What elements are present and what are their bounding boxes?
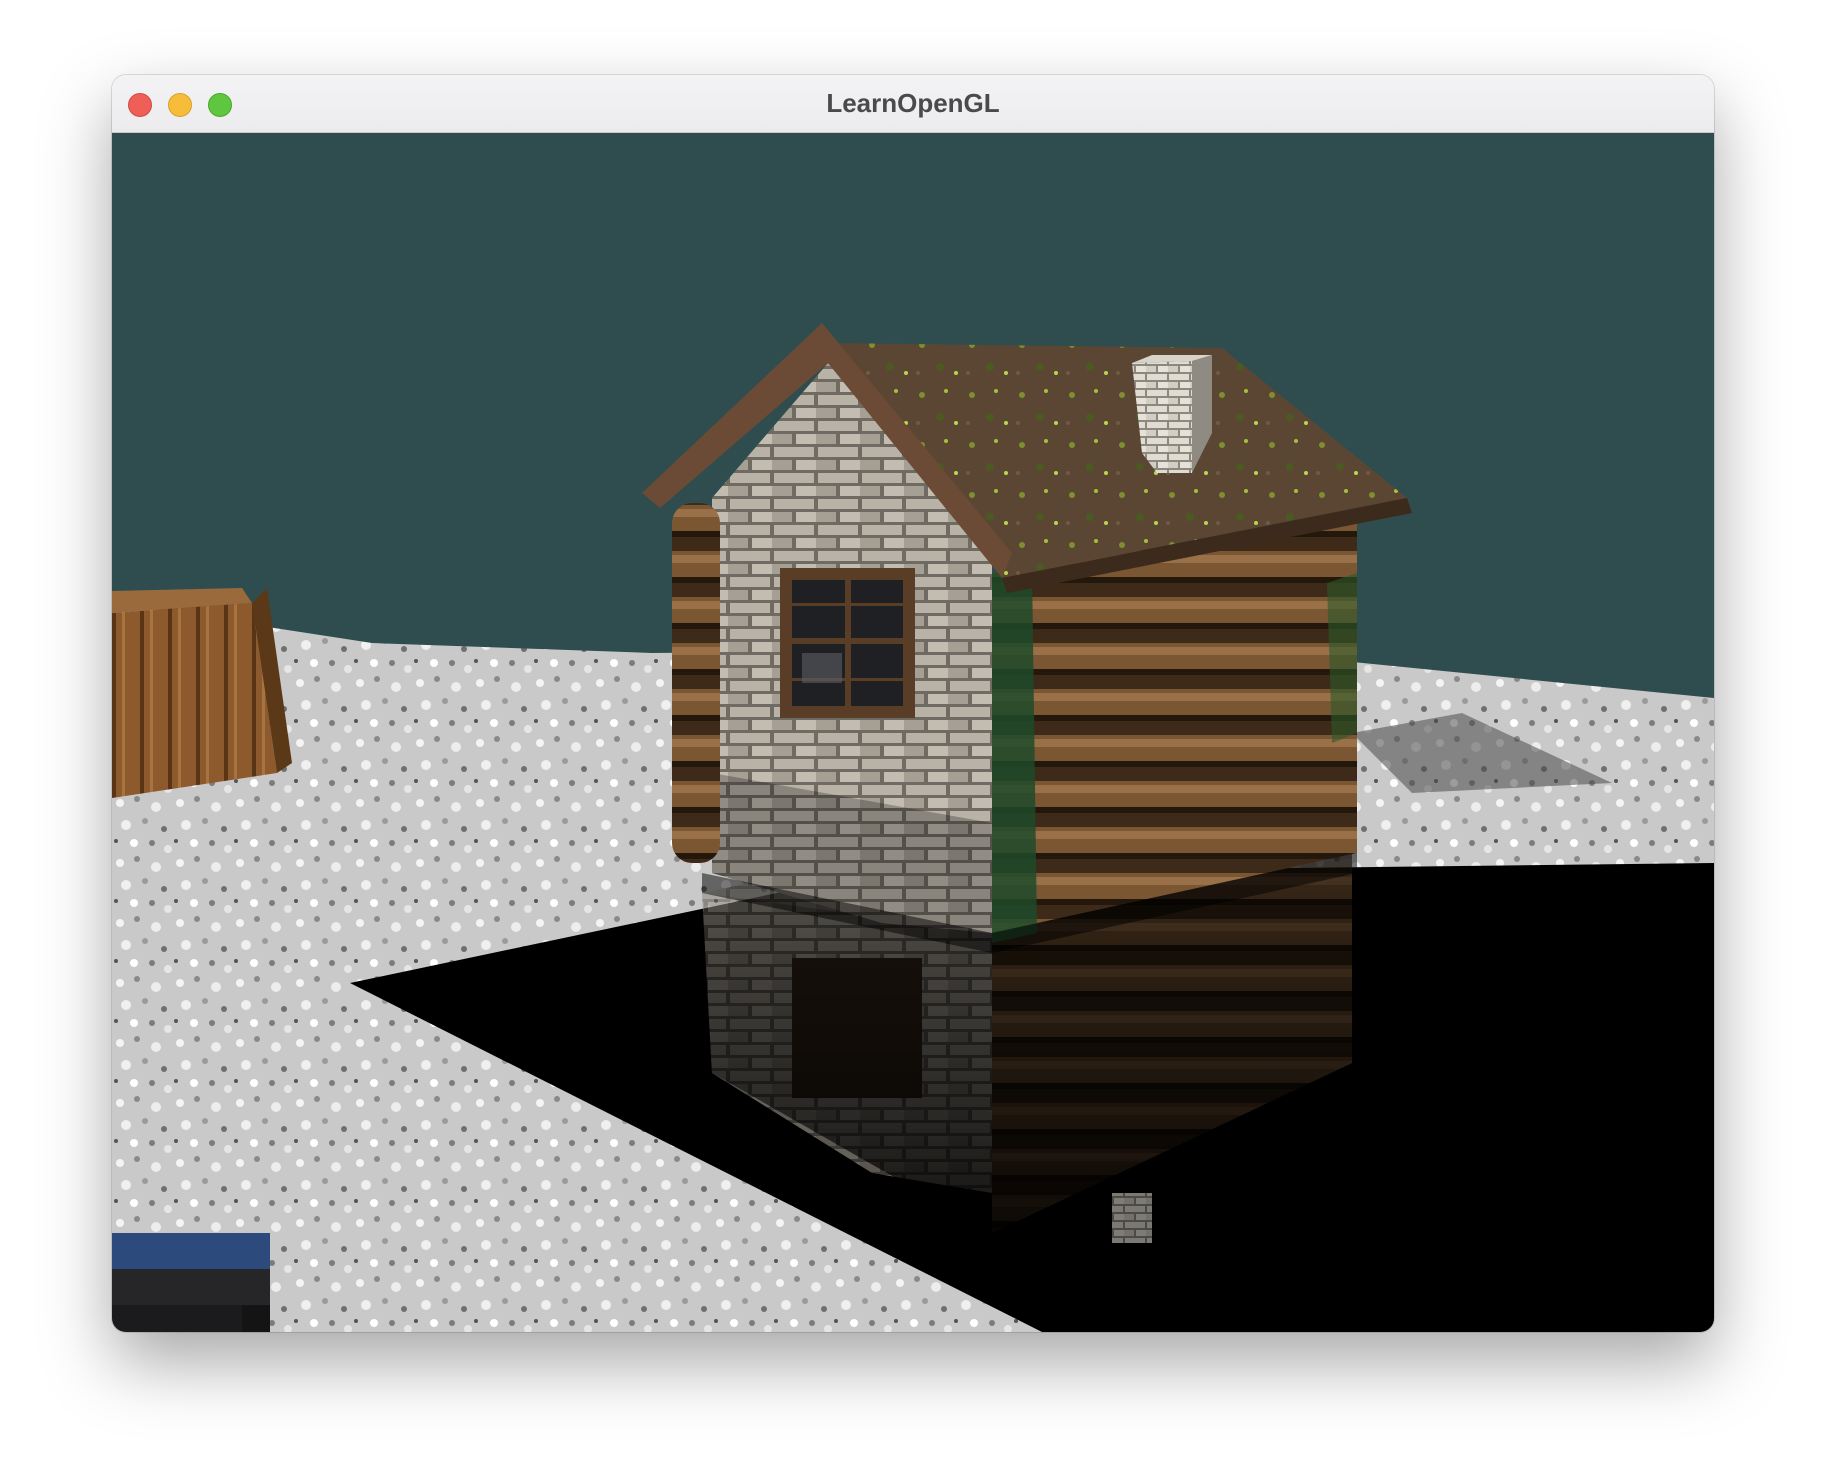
title-bar[interactable]: LearnOpenGL [112, 75, 1714, 133]
house-window [780, 568, 915, 718]
opengl-viewport[interactable] [112, 133, 1714, 1332]
imgui-title-bar[interactable] [112, 1233, 270, 1269]
app-window: LearnOpenGL [112, 75, 1714, 1332]
corner-logs [672, 503, 720, 863]
desktop: LearnOpenGL [0, 0, 1824, 1480]
imgui-window[interactable] [112, 1233, 270, 1332]
scene-render [112, 133, 1714, 1332]
crate [112, 588, 292, 798]
imgui-content [112, 1305, 270, 1332]
imgui-menu-band [112, 1269, 270, 1305]
window-title: LearnOpenGL [826, 88, 1000, 118]
house-chimney [1132, 355, 1212, 473]
moss-corner [992, 568, 1037, 943]
